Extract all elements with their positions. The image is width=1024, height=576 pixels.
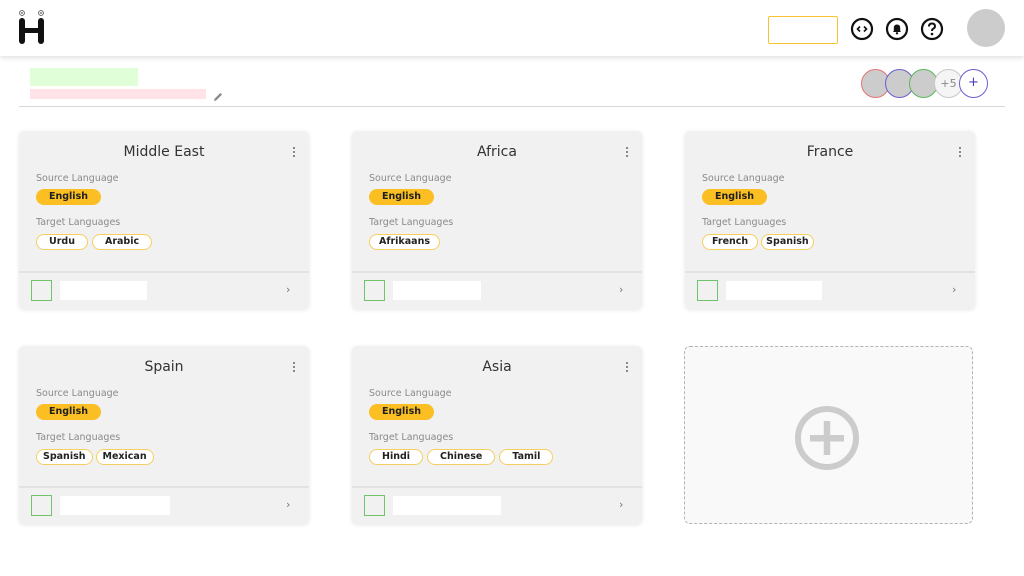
project-subtitle (30, 89, 206, 99)
project-card[interactable]: Middle East Source Language English Targ… (19, 131, 309, 309)
target-language-chip: Urdu (36, 234, 88, 250)
target-language-chip: Hindi (369, 449, 424, 465)
card-title: Africa (477, 144, 517, 160)
bell-icon[interactable] (885, 17, 909, 41)
project-card[interactable]: Africa Source Language English Target La… (352, 131, 642, 309)
add-project-card[interactable] (684, 346, 973, 524)
target-languages-label: Target Languages (369, 217, 454, 228)
card-thumbnail (31, 280, 52, 301)
card-footer-text (393, 496, 501, 515)
card-footer-text (726, 281, 822, 300)
chevron-right-icon[interactable]: › (619, 496, 627, 514)
card-thumbnail (364, 495, 385, 516)
card-divider (19, 271, 309, 273)
target-language-chip: Arabic (91, 234, 153, 250)
target-languages-label: Target Languages (702, 217, 787, 228)
target-languages-label: Target Languages (36, 432, 121, 443)
target-language-chip: Afrikaans (369, 234, 440, 250)
target-languages-label: Target Languages (36, 217, 121, 228)
source-language-label: Source Language (369, 173, 452, 184)
h-logo-icon[interactable] (17, 10, 47, 46)
project-title (30, 68, 138, 86)
source-language-label: Source Language (702, 173, 785, 184)
code-icon[interactable] (850, 17, 874, 41)
chevron-right-icon[interactable]: › (952, 281, 960, 299)
project-card[interactable]: Asia Source Language English Target Lang… (352, 346, 642, 524)
target-language-chip: Tamil (499, 449, 554, 465)
card-thumbnail (697, 280, 718, 301)
target-language-chip: Mexican (95, 449, 154, 465)
card-title: Spain (144, 359, 184, 375)
source-language-label: Source Language (36, 388, 119, 399)
chevron-right-icon[interactable]: › (286, 281, 294, 299)
add-member-button[interactable]: + (959, 69, 988, 98)
card-footer-text (60, 496, 170, 515)
pencil-icon[interactable] (212, 88, 224, 101)
card-title: Middle East (123, 144, 205, 160)
chevron-right-icon[interactable]: › (286, 496, 294, 514)
card-divider (685, 271, 975, 273)
card-footer-text (60, 281, 147, 300)
card-footer-text (393, 281, 481, 300)
help-icon[interactable] (920, 17, 944, 41)
source-language-label: Source Language (369, 388, 452, 399)
target-language-chip: French (702, 234, 759, 250)
more-vertical-icon[interactable] (289, 145, 299, 159)
target-languages-label: Target Languages (369, 432, 454, 443)
project-card[interactable]: France Source Language English Target La… (685, 131, 975, 309)
target-language-chip: Spanish (761, 234, 814, 250)
source-language-chip: English (369, 404, 434, 420)
card-title: France (806, 144, 854, 160)
target-language-chip: Chinese (427, 449, 496, 465)
user-avatar[interactable] (967, 9, 1005, 47)
more-vertical-icon[interactable] (289, 360, 299, 374)
source-language-chip: English (36, 404, 101, 420)
card-divider (352, 271, 642, 273)
more-vertical-icon[interactable] (955, 145, 965, 159)
project-card[interactable]: Spain Source Language English Target Lan… (19, 346, 309, 524)
source-language-chip: English (702, 189, 767, 205)
card-thumbnail (31, 495, 52, 516)
card-title: Asia (482, 359, 512, 375)
add-circle-icon (795, 406, 859, 470)
more-vertical-icon[interactable] (622, 145, 632, 159)
card-thumbnail (364, 280, 385, 301)
search-input[interactable] (768, 16, 838, 44)
more-vertical-icon[interactable] (622, 360, 632, 374)
chevron-right-icon[interactable]: › (619, 281, 627, 299)
target-language-chip: Spanish (36, 449, 93, 465)
card-divider (352, 486, 642, 488)
source-language-chip: English (369, 189, 434, 205)
source-language-chip: English (36, 189, 101, 205)
card-divider (19, 486, 309, 488)
source-language-label: Source Language (36, 173, 119, 184)
top-navigation-bar (0, 0, 1024, 56)
header-divider (19, 106, 1005, 107)
